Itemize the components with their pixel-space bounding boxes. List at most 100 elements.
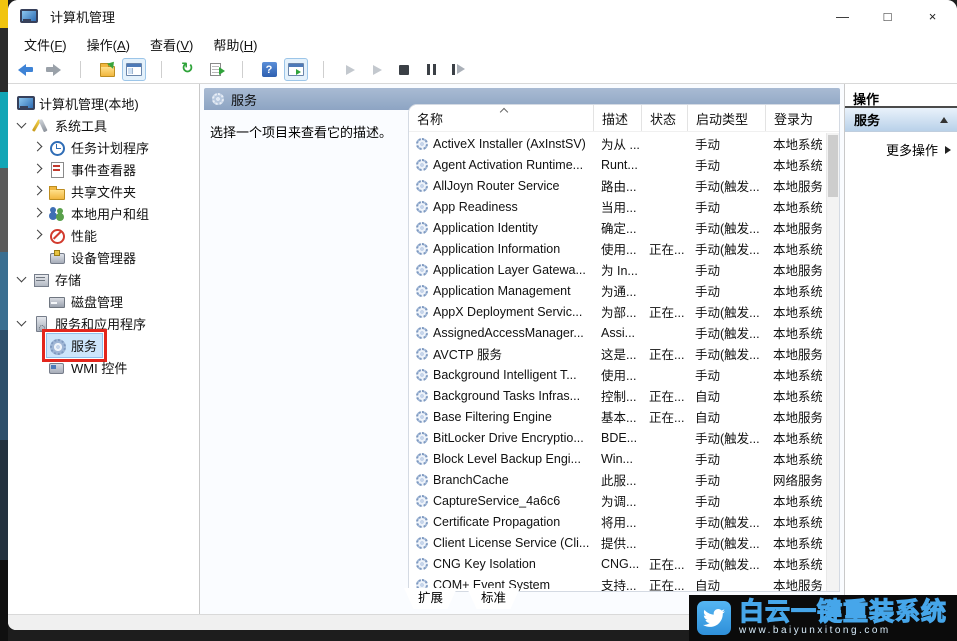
menu-item[interactable]: 帮助(H) [203,33,267,56]
service-row[interactable]: App Readiness 当用... 手动 本地系统 [409,196,826,217]
service-row[interactable]: CaptureService_4a6c6 为调... 手动 本地系统 [409,490,826,511]
service-row[interactable]: Application Identity 确定... 手动(触发... 本地服务 [409,217,826,238]
help-button[interactable] [257,58,281,81]
tree-item-storage[interactable]: 存储 [8,268,199,290]
tree-item-device-manager[interactable]: 设备管理器 [8,246,199,268]
tree-expander-icon[interactable] [30,183,46,199]
service-startup-type: 手动 [687,197,765,216]
service-row[interactable]: Application Layer Gatewa... 为 In... 手动 本… [409,259,826,280]
tree-item-disk-management[interactable]: 磁盘管理 [8,290,199,312]
pause-service-button[interactable] [419,58,443,81]
service-status: 正在... [641,302,687,321]
service-row[interactable]: Base Filtering Engine 基本... 正在... 自动 本地服… [409,406,826,427]
tree-expander-icon[interactable] [30,161,46,177]
tree-item-wmi-control[interactable]: WMI 控件 [8,356,199,378]
service-name: Certificate Propagation [433,515,560,529]
service-gear-icon [416,390,428,402]
more-actions-item[interactable]: 更多操作 [845,132,957,159]
tree-item-computer-management-local[interactable]: 计算机管理(本地) [8,92,199,114]
collapse-section-icon[interactable] [940,117,948,123]
view-tab[interactable]: 扩展 [404,588,457,609]
show-action-pane-button[interactable] [284,58,308,81]
start-service-button[interactable] [338,58,362,81]
service-name: Background Tasks Infras... [433,389,580,403]
service-row[interactable]: AllJoyn Router Service 路由... 手动(触发... 本地… [409,175,826,196]
column-header[interactable]: 状态 [641,105,687,131]
tree-expander-icon[interactable] [12,95,14,111]
tree-expander-icon[interactable] [30,205,46,221]
service-row[interactable]: Application Management 为通... 手动 本地系统 [409,280,826,301]
column-header[interactable]: 描述 [593,105,641,131]
tree-item-label: 系统工具 [55,116,107,135]
service-gear-icon [416,558,428,570]
maximize-button[interactable]: □ [865,0,910,32]
column-header[interactable]: 启动类型 [687,105,765,131]
menu-item[interactable]: 操作(A) [77,33,140,56]
service-description: CNG... [593,557,641,571]
stop-service-button[interactable] [392,58,416,81]
tree-item-shared-folders[interactable]: 共享文件夹 [8,180,199,202]
menu-item[interactable]: 文件(F) [14,33,77,56]
tree-expander-icon[interactable] [30,139,46,155]
actions-services-section[interactable]: 服务 [845,108,957,132]
service-row[interactable]: ActiveX Installer (AxInstSV) 为从 ... 手动 本… [409,133,826,154]
tree-item-label: 设备管理器 [71,248,136,267]
service-startup-type: 手动(触发... [687,218,765,237]
service-row[interactable]: Application Information 使用... 正在... 手动(触… [409,238,826,259]
service-startup-type: 自动 [687,575,765,591]
service-row[interactable]: Block Level Backup Engi... Win... 手动 本地系… [409,448,826,469]
forward-button[interactable] [41,58,65,81]
title-bar[interactable]: 计算机管理 — □ × [8,0,957,32]
service-gear-icon [416,495,428,507]
resume-service-button[interactable] [365,58,389,81]
scrollbar-thumb[interactable] [828,135,838,197]
service-row[interactable]: Background Intelligent T... 使用... 手动 本地系… [409,364,826,385]
service-row[interactable]: AVCTP 服务 这是... 正在... 手动(触发... 本地服务 [409,343,826,364]
column-header[interactable]: 名称 [409,105,593,131]
service-row[interactable]: Certificate Propagation 将用... 手动(触发... 本… [409,511,826,532]
tree-item-local-users-groups[interactable]: 本地用户和组 [8,202,199,224]
back-button[interactable] [14,58,38,81]
tree-expander-icon[interactable] [14,315,30,331]
service-gear-icon [416,369,428,381]
export-list-button[interactable] [203,58,227,81]
service-description: 当用... [593,197,641,216]
service-row[interactable]: AppX Deployment Servic... 为部... 正在... 手动… [409,301,826,322]
tree-item-performance[interactable]: 性能 [8,224,199,246]
service-description: 提供... [593,533,641,552]
service-row[interactable]: Agent Activation Runtime... Runt... 手动 本… [409,154,826,175]
tree-item-services[interactable]: 服务 [8,334,199,356]
tree-item-services-and-applications[interactable]: 服务和应用程序 [8,312,199,334]
restart-service-button[interactable] [446,58,470,81]
tree-expander-icon[interactable] [30,227,46,243]
service-row[interactable]: CNG Key Isolation CNG... 正在... 手动(触发... … [409,553,826,574]
minimize-button[interactable]: — [820,0,865,32]
service-row[interactable]: AssignedAccessManager... Assi... 手动(触发..… [409,322,826,343]
tree-expander-icon[interactable] [14,271,30,287]
open-folder-button[interactable] [95,58,119,81]
tree-item-task-scheduler[interactable]: 任务计划程序 [8,136,199,158]
service-name: BitLocker Drive Encryptio... [433,431,584,445]
service-row[interactable]: Background Tasks Infras... 控制... 正在... 自… [409,385,826,406]
tree-expander-icon[interactable] [30,337,46,353]
service-row[interactable]: Client License Service (Cli... 提供... 手动(… [409,532,826,553]
menu-item[interactable]: 查看(V) [140,33,203,56]
service-row[interactable]: BitLocker Drive Encryptio... BDE... 手动(触… [409,427,826,448]
tree-item-event-viewer[interactable]: 事件查看器 [8,158,199,180]
tree-item-system-tools[interactable]: 系统工具 [8,114,199,136]
close-button[interactable]: × [910,0,955,32]
service-row[interactable]: BranchCache 此服... 手动 网络服务 [409,469,826,490]
refresh-button[interactable] [176,58,200,81]
window-controls: — □ × [820,0,955,32]
service-gear-icon [416,411,428,423]
tree-expander-icon[interactable] [30,293,46,309]
vertical-scrollbar[interactable] [826,133,839,591]
column-header[interactable]: 登录为 [765,105,822,131]
view-tab[interactable]: 标准 [467,588,520,609]
service-description: 使用... [593,365,641,384]
tree-expander-icon[interactable] [14,117,30,133]
service-gear-icon [416,243,428,255]
tree-expander-icon[interactable] [30,359,46,375]
show-console-tree-button[interactable] [122,58,146,81]
tree-expander-icon[interactable] [30,249,46,265]
